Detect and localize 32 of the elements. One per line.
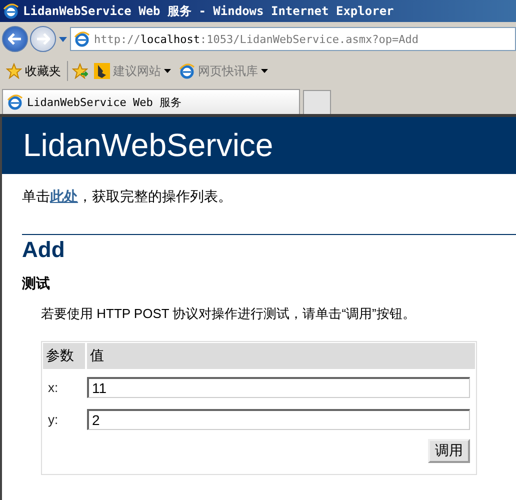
operations-link[interactable]: 此处 xyxy=(50,188,78,204)
value-field[interactable]: 2 xyxy=(87,409,470,430)
parameter-name: x: xyxy=(47,380,60,395)
intro-text: 单击此处，获取完整的操作列表。 xyxy=(22,188,233,206)
forward-arrow-icon xyxy=(36,33,50,45)
address-field[interactable]: http://localhost:1053/LidanWebService.asmx?op=Add xyxy=(70,27,516,51)
back-arrow-icon xyxy=(8,33,22,45)
ie-icon xyxy=(7,94,23,110)
column-header: 参数 xyxy=(43,343,85,369)
parameter-name: y: xyxy=(47,412,60,427)
invoke-button[interactable]: 调用 xyxy=(428,439,470,463)
star-icon xyxy=(6,63,22,79)
new-tab-button[interactable] xyxy=(303,90,331,114)
column-header: 值 xyxy=(87,343,475,369)
ie-icon xyxy=(74,31,90,47)
back-button[interactable] xyxy=(2,26,28,52)
bing-icon xyxy=(94,63,110,79)
section-title: 测试 xyxy=(22,275,51,293)
dropdown-icon[interactable] xyxy=(58,35,68,43)
caret-icon xyxy=(261,69,268,73)
banner-title: LidanWebService xyxy=(23,127,274,164)
ie-icon xyxy=(179,63,195,79)
forward-button[interactable] xyxy=(30,26,56,52)
value-field[interactable]: 11 xyxy=(87,377,470,398)
ie-icon xyxy=(3,3,19,19)
add-favorite-icon xyxy=(72,63,88,79)
caret-icon xyxy=(164,69,171,73)
operation-title: Add xyxy=(22,237,66,263)
description-text: 若要使用 HTTP POST 协议对操作进行测试，请单击“调用”按钮。 xyxy=(41,305,416,323)
window-title: LidanWebService Web 服务 - Windows Internet Explorer xyxy=(23,2,394,20)
browser-tab[interactable]: LidanWebService Web 服务 xyxy=(2,89,300,114)
favorites-button[interactable]: 收藏夹 xyxy=(4,62,63,80)
